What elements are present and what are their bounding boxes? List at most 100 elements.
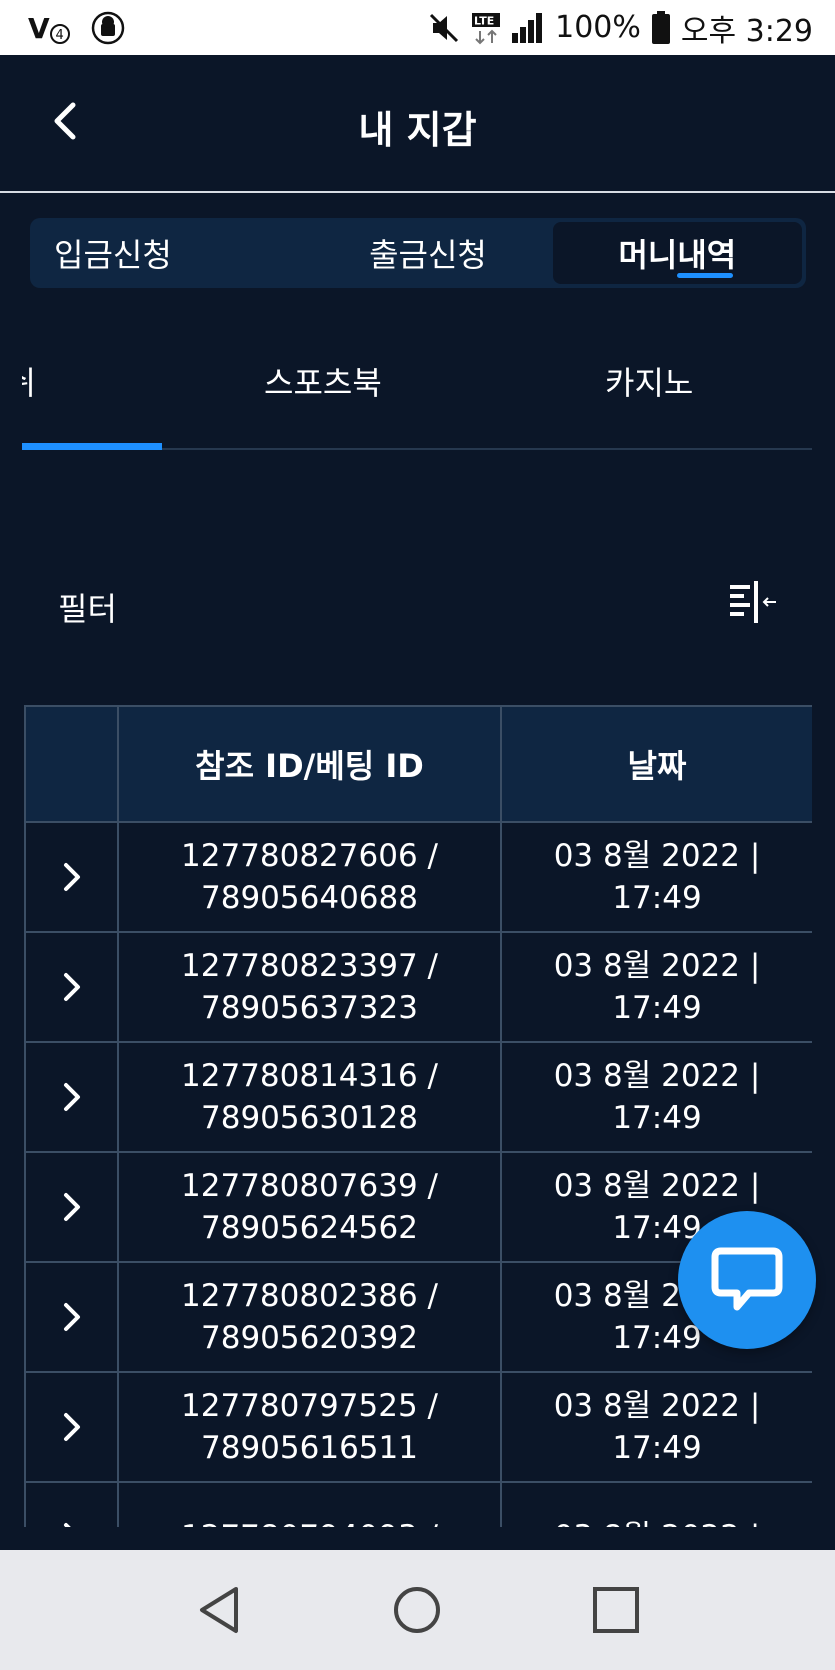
lte-icon: LTE <box>471 11 501 45</box>
date-cell: 03 8월 2022 | <box>500 1481 812 1527</box>
ref-bet-id-cell: 127780814316 / 78905630128 <box>117 1041 502 1153</box>
tab-label: 출금신청 <box>369 236 487 274</box>
bet-id: 78905630128 <box>201 1100 418 1136</box>
tab-label: 머니내역 <box>618 236 737 274</box>
ref-bet-id-cell: 127780794093 / <box>117 1481 502 1527</box>
page-title: 내 지갑 <box>358 108 477 152</box>
network-label: LTE <box>474 14 494 27</box>
subtab-indicator <box>22 443 162 450</box>
signal-icon <box>511 11 545 45</box>
circle-home-icon <box>394 1587 441 1633</box>
bet-id: 78905637323 <box>201 990 418 1026</box>
date: 03 8월 2022 | <box>553 1168 761 1204</box>
ref-id: 127780794093 / <box>119 1516 500 1527</box>
row-expand-button[interactable] <box>24 821 119 933</box>
tab-label: 입금신청 <box>54 236 172 274</box>
chevron-right-icon <box>63 1193 80 1221</box>
time: 17:49 <box>612 1100 702 1136</box>
chevron-right-icon <box>63 1413 80 1441</box>
table-row[interactable]: 127780827606 / 78905640688 03 8월 2022 | … <box>24 821 812 933</box>
ref-id: 127780802386 / <box>181 1278 438 1314</box>
ref-id: 127780827606 / <box>181 838 438 874</box>
date-cell: 03 8월 2022 | 17:49 <box>500 1041 812 1153</box>
date: 03 8월 2022 | <box>553 948 761 984</box>
square-recents-icon <box>592 1587 639 1633</box>
date: 03 8월 2022 | <box>553 1388 761 1424</box>
table-row[interactable]: 127780823397 / 78905637323 03 8월 2022 | … <box>24 931 812 1043</box>
subtab-sportsbook[interactable]: 스포츠북 <box>264 358 382 404</box>
table-row[interactable]: 127780797525 / 78905616511 03 8월 2022 | … <box>24 1371 812 1483</box>
v4-badge-icon: V 4 <box>28 10 70 46</box>
status-right: LTE 100% 오후 3:29 <box>427 6 813 50</box>
header-expand <box>24 705 119 823</box>
tab-withdraw-request[interactable]: 출금신청 <box>303 218 552 288</box>
status-bar: V 4 LTE 100% 오후 3:29 <box>0 0 835 55</box>
row-expand-button[interactable] <box>24 1151 119 1263</box>
bet-id: 78905616511 <box>201 1430 418 1466</box>
filter-label: 필터 <box>58 590 117 628</box>
tab-money-history[interactable]: 머니내역 <box>552 222 802 284</box>
table-row[interactable]: 127780794093 / 03 8월 2022 | <box>24 1481 812 1527</box>
ref-id: 127780814316 / <box>181 1058 438 1094</box>
history-table-container[interactable]: 참조 ID/베팅 ID 날짜 127780827606 / 7890564068… <box>24 705 812 1527</box>
ref-id: 127780823397 / <box>181 948 438 984</box>
battery-percent: 100% <box>555 10 641 45</box>
history-subtabs: 캐쉬 스포츠북 카지노 <box>22 320 812 450</box>
bet-id: 78905640688 <box>201 880 418 916</box>
nav-back-button[interactable] <box>184 1575 254 1645</box>
chevron-right-icon <box>63 973 80 1001</box>
table-row[interactable]: 127780814316 / 78905630128 03 8월 2022 | … <box>24 1041 812 1153</box>
system-nav-bar <box>0 1550 835 1670</box>
filter-button[interactable] <box>725 578 781 626</box>
nav-home-button[interactable] <box>382 1575 452 1645</box>
wallet-tabs: 입금신청 출금신청 머니내역 <box>30 218 806 288</box>
ref-id: 127780807639 / <box>181 1168 438 1204</box>
active-tab-underline <box>677 273 734 278</box>
time: 17:49 <box>612 1430 702 1466</box>
chevron-right-icon <box>63 1523 71 1527</box>
mute-icon <box>427 11 461 45</box>
nav-recents-button[interactable] <box>581 1575 651 1645</box>
chevron-right-icon <box>63 863 80 891</box>
row-expand-button[interactable] <box>24 1481 119 1527</box>
date: 03 8월 2022 | <box>553 1058 761 1094</box>
chevron-right-icon <box>63 1083 80 1111</box>
triangle-back-icon <box>200 1587 239 1633</box>
table-header-row: 참조 ID/베팅 ID 날짜 <box>24 705 812 823</box>
date-cell: 03 8월 2022 | 17:49 <box>500 931 812 1043</box>
time: 17:49 <box>612 880 702 916</box>
subtab-cash[interactable]: 캐쉬 <box>22 358 36 404</box>
bet-id: 78905620392 <box>201 1320 418 1356</box>
android-sync-icon <box>90 10 126 46</box>
history-table: 참조 ID/베팅 ID 날짜 127780827606 / 7890564068… <box>24 705 812 1527</box>
ref-bet-id-cell: 127780797525 / 78905616511 <box>117 1371 502 1483</box>
time: 17:49 <box>612 990 702 1026</box>
subtab-casino[interactable]: 카지노 <box>605 358 693 404</box>
filter-columns-icon <box>730 581 776 623</box>
ref-id: 127780797525 / <box>181 1388 438 1424</box>
row-expand-button[interactable] <box>24 1371 119 1483</box>
ref-bet-id-cell: 127780802386 / 78905620392 <box>117 1261 502 1373</box>
date: 03 8월 2022 | <box>553 838 761 874</box>
date-cell: 03 8월 2022 | 17:49 <box>500 821 812 933</box>
app-header: 내 지갑 <box>0 55 835 193</box>
row-expand-button[interactable] <box>24 1041 119 1153</box>
live-chat-button[interactable] <box>678 1211 816 1349</box>
status-left-badge: 4 <box>56 28 64 43</box>
ref-bet-id-cell: 127780807639 / 78905624562 <box>117 1151 502 1263</box>
bet-id: 78905624562 <box>201 1210 418 1246</box>
svg-text:V: V <box>28 12 50 45</box>
status-left: V 4 <box>28 10 126 46</box>
chat-bubble-icon <box>711 1247 783 1311</box>
header-ref-bet-id: 참조 ID/베팅 ID <box>117 705 502 823</box>
header-date: 날짜 <box>500 705 812 823</box>
clock: 오후 3:29 <box>680 13 813 49</box>
date-cell: 03 8월 2022 | 17:49 <box>500 1371 812 1483</box>
date: 03 8월 2022 | <box>502 1516 812 1527</box>
ref-bet-id-cell: 127780827606 / 78905640688 <box>117 821 502 933</box>
chevron-right-icon <box>63 1303 80 1331</box>
row-expand-button[interactable] <box>24 1261 119 1373</box>
tab-deposit-request[interactable]: 입금신청 <box>30 218 303 288</box>
row-expand-button[interactable] <box>24 931 119 1043</box>
ref-bet-id-cell: 127780823397 / 78905637323 <box>117 931 502 1043</box>
